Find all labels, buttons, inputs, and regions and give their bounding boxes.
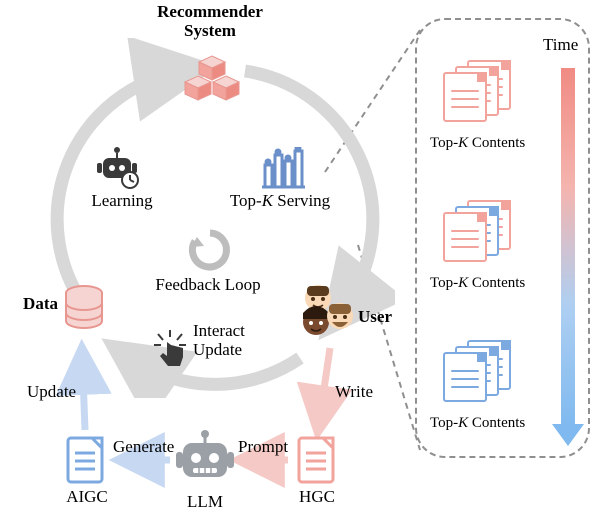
topk-label-2: Top-K Contents xyxy=(430,275,525,292)
docstack-mid xyxy=(435,200,515,270)
hgc-doc-icon xyxy=(296,435,338,485)
topk2-k: K xyxy=(458,275,468,291)
topk-label-1: Top-K Contents xyxy=(430,135,525,152)
write-label: Write xyxy=(335,383,373,402)
update-label: Update xyxy=(27,383,76,402)
topk2-suffix: Contents xyxy=(468,275,525,291)
docstack-early xyxy=(435,60,515,130)
topk-label-3: Top-K Contents xyxy=(430,415,525,432)
generate-label: Generate xyxy=(113,438,174,457)
time-label: Time xyxy=(543,36,578,55)
prompt-label: Prompt xyxy=(238,438,288,457)
topk1-k: K xyxy=(458,135,468,151)
aigc-doc-icon xyxy=(65,435,107,485)
topk3-suffix: Contents xyxy=(468,415,525,431)
time-arrow xyxy=(557,68,579,446)
topk3-k: K xyxy=(458,415,468,431)
aigc-label: AIGC xyxy=(62,488,112,507)
llm-label: LLM xyxy=(175,493,235,512)
docstack-late xyxy=(435,340,515,410)
llm-icon xyxy=(175,428,235,490)
hgc-label: HGC xyxy=(296,488,338,507)
topk1-suffix: Contents xyxy=(468,135,525,151)
